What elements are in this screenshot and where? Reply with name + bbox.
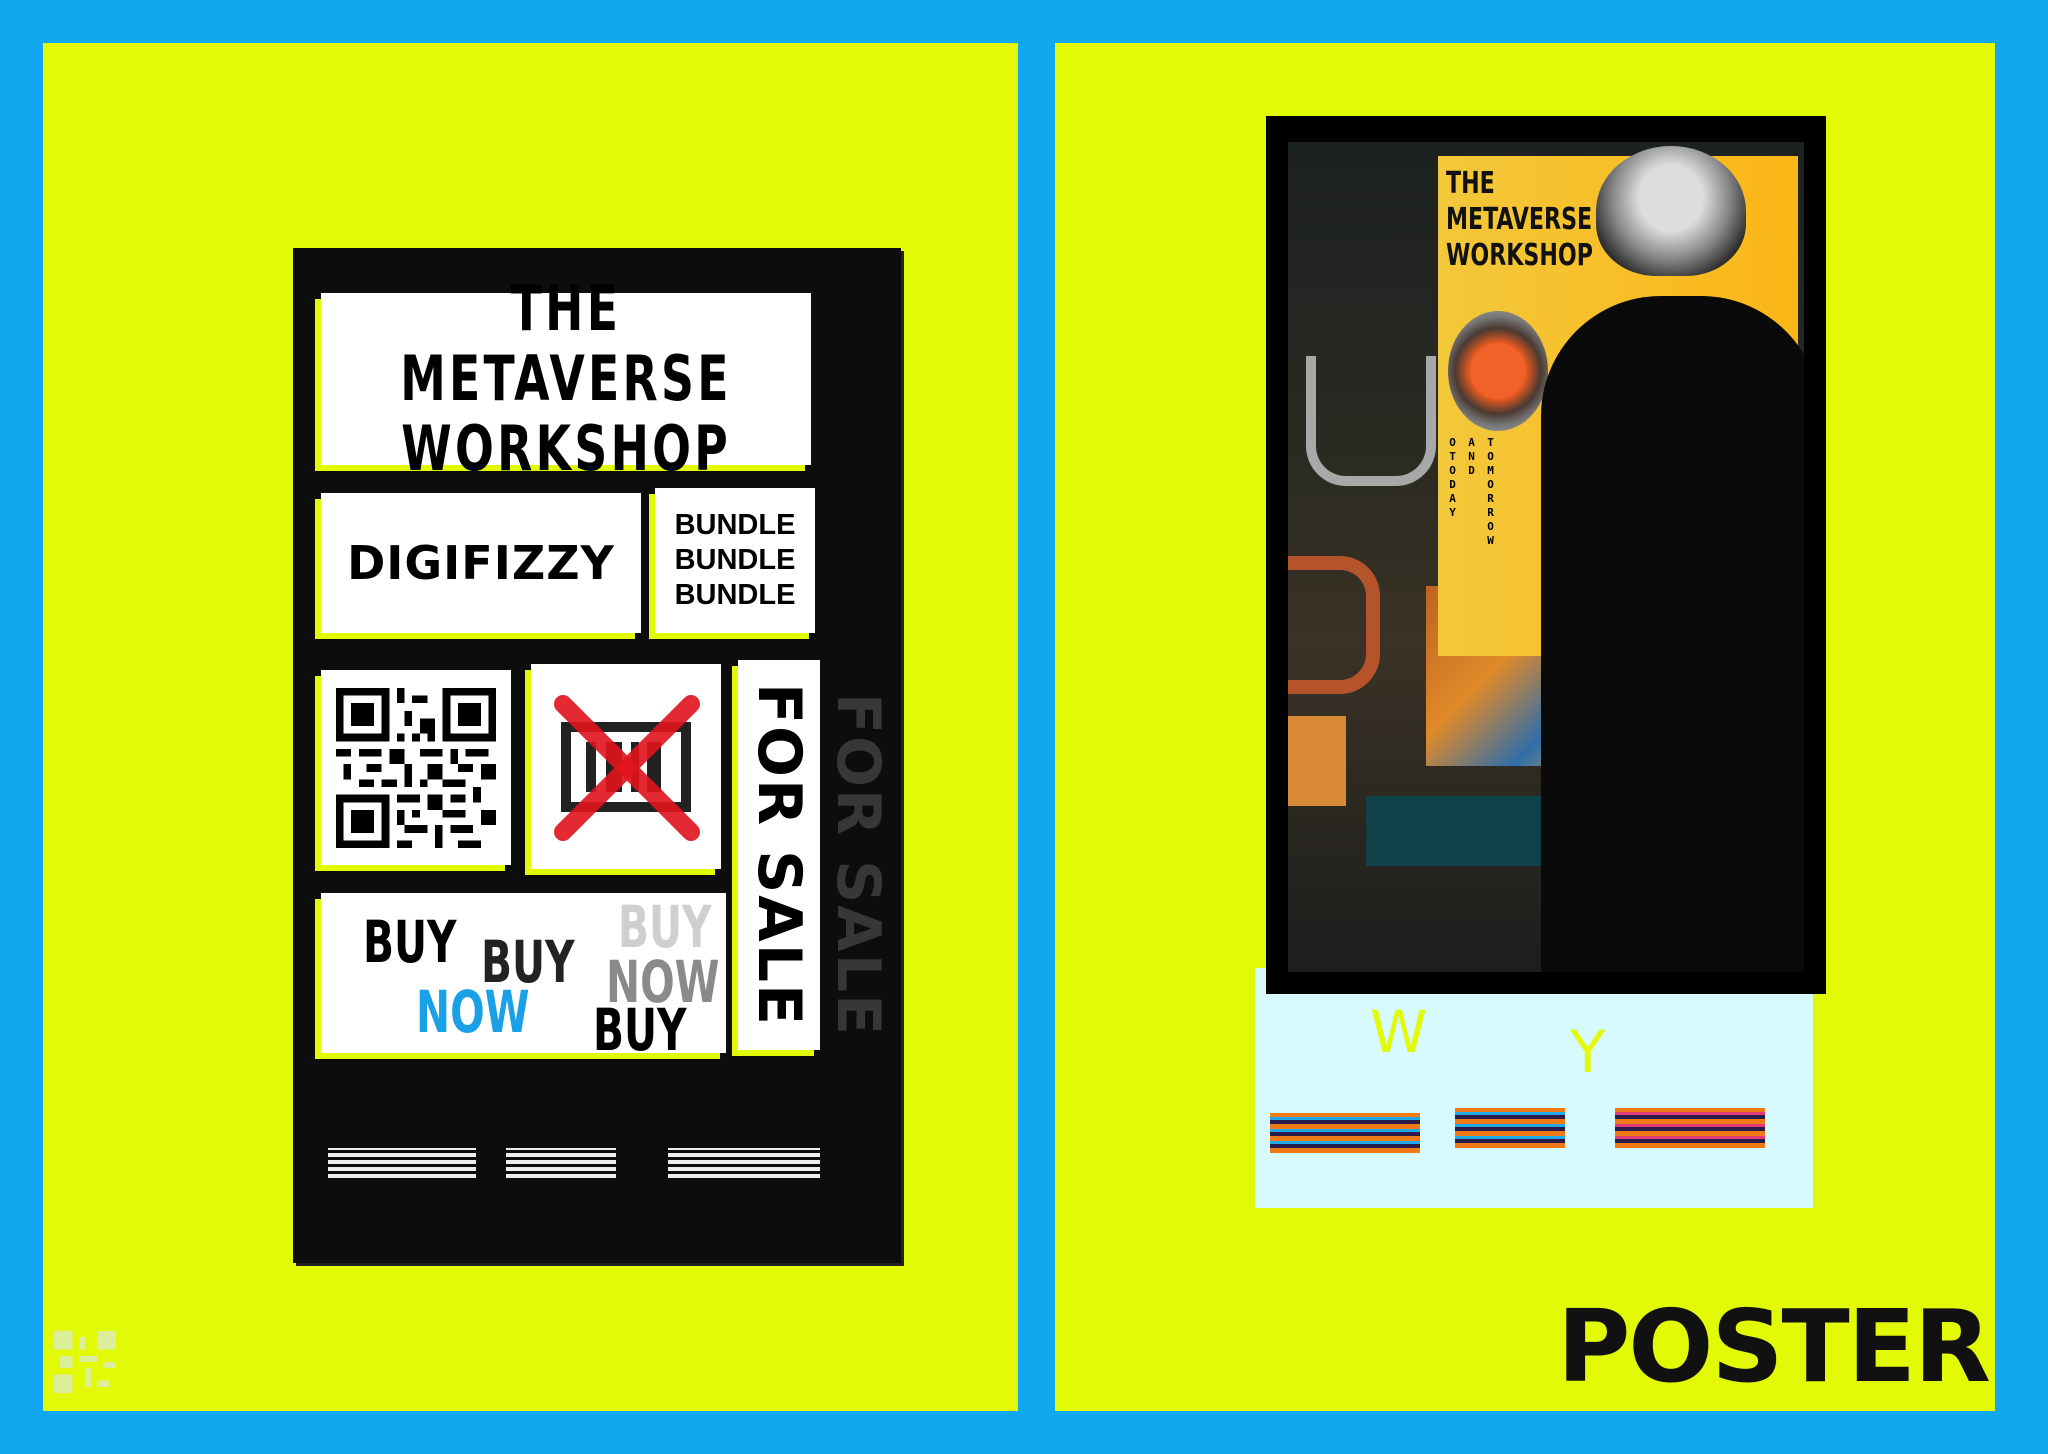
qr-card <box>321 670 511 865</box>
robot-claw-shape <box>1306 356 1436 486</box>
coin-slot <box>328 1148 476 1178</box>
inner-poster-title: THE METAVERSE WORKSHOP <box>1446 166 1593 274</box>
vending-machine: THE METAVERSE WORKSHOP DIGIFIZZY BUNDLE … <box>293 248 901 1263</box>
right-poster-panel: YO W BU Y THE METAVERSE WORKSHOP OTODAY … <box>1055 43 1995 1411</box>
buy-now-card: BUY NOW BUY BUY NOW BUY <box>321 893 726 1053</box>
title-line-1: THE METAVERSE <box>400 272 732 415</box>
inner-title-line: METAVERSE <box>1446 202 1593 237</box>
coin-slot <box>1270 1113 1420 1153</box>
crossed-card <box>531 664 721 869</box>
poster-label: POSTER <box>1557 1288 1991 1405</box>
vertical-word: TOMORROW <box>1484 436 1497 548</box>
bundle-line: BUNDLE <box>674 509 796 541</box>
coin-slots <box>328 1148 838 1184</box>
coin-slot <box>1455 1108 1565 1148</box>
buy-word: BUY <box>481 928 575 996</box>
vertical-word: OTODAY <box>1446 436 1459 520</box>
for-sale-shadow-text: FOR SALE <box>823 693 893 1037</box>
lower-display-area: YO W BU Y <box>1255 938 1813 1208</box>
inner-title-line: THE <box>1446 166 1495 201</box>
small-qr-code-icon <box>54 1331 116 1393</box>
vr-headset-figure-head <box>1596 146 1746 276</box>
ghost-letters: Y <box>1570 1018 1606 1086</box>
buy-word: BUY <box>593 996 687 1053</box>
sunset-drop-icon <box>1448 311 1548 431</box>
crossed-out-barcode-icon <box>554 694 700 841</box>
metaverse-scene-image: THE METAVERSE WORKSHOP OTODAY AND TOMORR… <box>1266 116 1826 994</box>
pipe-shape <box>1286 556 1380 694</box>
brand-name: DIGIFIZZY <box>347 536 615 590</box>
title-card: THE METAVERSE WORKSHOP <box>321 274 811 484</box>
bundle-line: BUNDLE <box>674 579 796 611</box>
coin-slot <box>668 1148 820 1178</box>
screen-panel <box>1286 716 1346 806</box>
coin-slot <box>1615 1108 1765 1148</box>
for-sale-card: FOR SALE <box>738 660 820 1050</box>
bundle-card: BUNDLE BUNDLE BUNDLE <box>655 488 815 633</box>
silhouette-figure <box>1541 296 1821 994</box>
qr-code-icon <box>336 687 496 848</box>
brand-card: DIGIFIZZY <box>321 493 641 633</box>
inner-vertical-text: OTODAY AND TOMORROW <box>1446 436 1506 566</box>
ghost-letters: W <box>1370 998 1428 1066</box>
bundle-line: BUNDLE <box>674 544 796 576</box>
coin-slot <box>506 1148 616 1178</box>
inner-title-line: WORKSHOP <box>1446 238 1593 273</box>
for-sale-label: FOR SALE <box>744 683 814 1027</box>
vertical-word: AND <box>1465 436 1478 478</box>
left-poster-panel: THE METAVERSE WORKSHOP DIGIFIZZY BUNDLE … <box>43 43 1018 1411</box>
buy-word: BUY <box>363 908 457 976</box>
title-line-2: WORKSHOP <box>401 412 731 485</box>
